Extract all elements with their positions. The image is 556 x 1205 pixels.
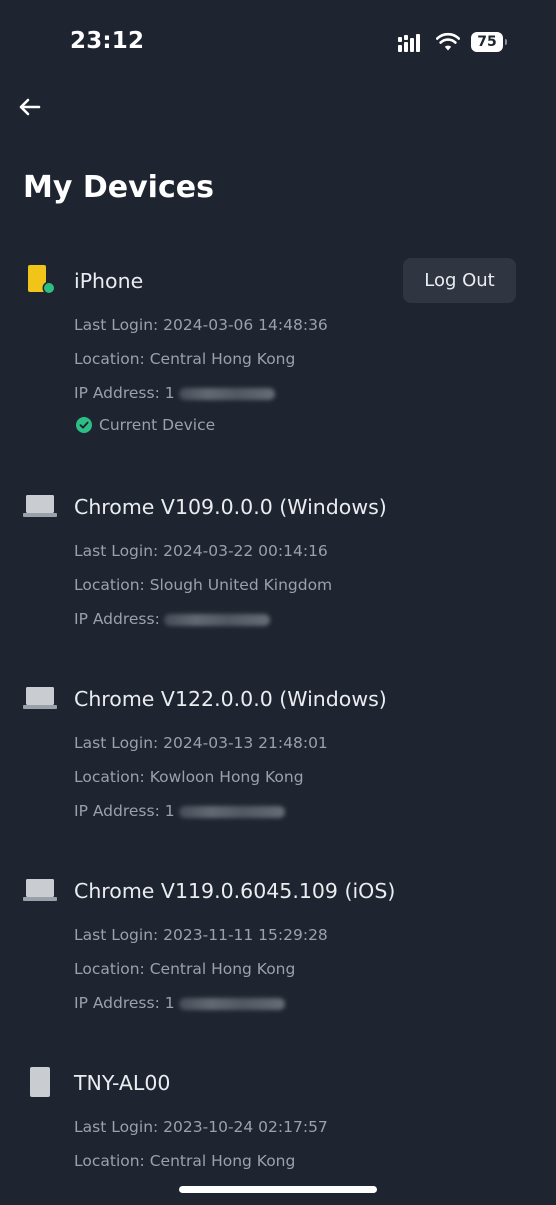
laptop-icon [23, 495, 57, 517]
device-name: Chrome V122.0.0.0 (Windows) [74, 687, 387, 711]
device-last-login: Last Login: 2024-03-13 21:48:01 [74, 734, 328, 752]
device-location: Location: Slough United Kingdom [74, 576, 333, 594]
device-last-login: Last Login: 2024-03-22 00:14:16 [74, 542, 328, 560]
ip-redacted [163, 613, 270, 626]
back-button[interactable] [14, 92, 44, 122]
laptop-icon [23, 879, 57, 901]
battery-icon: 75 [471, 32, 507, 52]
ip-redacted [178, 997, 285, 1010]
device-location: Location: Kowloon Hong Kong [74, 768, 304, 786]
device-ip-address: IP Address: [74, 608, 270, 630]
ip-redacted [178, 387, 275, 400]
phone-icon [28, 265, 56, 295]
status-time: 23:12 [70, 28, 145, 54]
device-ip-address: IP Address: 1 [74, 800, 285, 822]
current-device-label: Current Device [99, 416, 216, 434]
page-title: My Devices [23, 170, 214, 205]
device-location: Location: Central Hong Kong [74, 1152, 296, 1170]
home-indicator [179, 1186, 377, 1193]
device-ip-address: IP Address: 1 [74, 992, 285, 1014]
device-last-login: Last Login: 2024-03-06 14:48:36 [74, 316, 328, 334]
current-device-badge: Current Device [76, 416, 215, 434]
device-name: iPhone [74, 269, 144, 293]
logout-button[interactable]: Log Out [403, 258, 516, 303]
wifi-icon [436, 32, 460, 51]
laptop-icon [23, 687, 57, 709]
device-name: Chrome V109.0.0.0 (Windows) [74, 495, 387, 519]
device-last-login: Last Login: 2023-11-11 15:29:28 [74, 926, 328, 944]
device-name: TNY-AL00 [74, 1071, 171, 1095]
arrow-left-icon [19, 98, 41, 116]
device-name: Chrome V119.0.6045.109 (iOS) [74, 879, 396, 903]
signal-icon [398, 34, 420, 52]
battery-level: 75 [471, 32, 503, 52]
device-ip-address: IP Address: 1 [74, 382, 275, 404]
device-location: Location: Central Hong Kong [74, 350, 296, 368]
ip-redacted [178, 805, 285, 818]
device-last-login: Last Login: 2023-10-24 02:17:57 [74, 1118, 328, 1136]
check-circle-icon [76, 417, 92, 433]
device-location: Location: Central Hong Kong [74, 960, 296, 978]
phone-icon [30, 1067, 50, 1097]
status-bar: 23:12 75 [0, 0, 556, 80]
